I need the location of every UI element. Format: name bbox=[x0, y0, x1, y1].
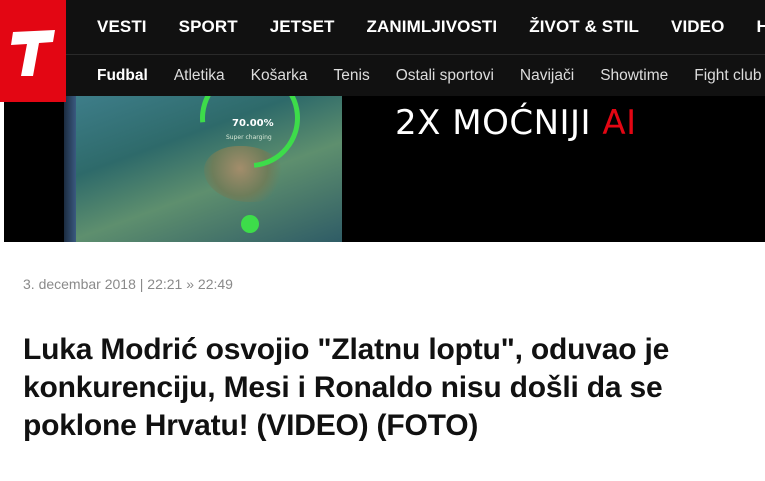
site-logo[interactable] bbox=[0, 0, 66, 102]
nav-item-vesti[interactable]: VESTI bbox=[97, 17, 147, 37]
subnav-item-showtime[interactable]: Showtime bbox=[600, 67, 668, 85]
main-nav: VESTI SPORT JETSET ZANIMLJIVOSTI ŽIVOT &… bbox=[66, 0, 765, 54]
article-title: Luka Modrić osvojio "Zlatnu loptu", oduv… bbox=[23, 333, 670, 442]
phone-edge-image bbox=[64, 96, 76, 242]
charging-dot-icon bbox=[241, 215, 259, 233]
article-time-updated: 22:49 bbox=[197, 276, 233, 292]
ad-slogan-accent: AI bbox=[602, 103, 637, 143]
subnav-item-atletika[interactable]: Atletika bbox=[174, 67, 225, 85]
subnav-item-navijaci[interactable]: Navijači bbox=[520, 67, 574, 85]
subnav-item-tenis[interactable]: Tenis bbox=[334, 67, 370, 85]
nav-item-zanimljivosti[interactable]: ZANIMLJIVOSTI bbox=[367, 17, 498, 37]
meta-arrow: » bbox=[182, 276, 198, 292]
battery-note: Super charging bbox=[226, 134, 272, 141]
battery-percent: 70.00% bbox=[232, 118, 274, 129]
article-date: 3. decembar 2018 bbox=[23, 276, 136, 292]
subnav-item-ostali-sportovi[interactable]: Ostali sportovi bbox=[396, 67, 494, 85]
top-navigation-bar: VESTI SPORT JETSET ZANIMLJIVOSTI ŽIVOT &… bbox=[0, 0, 765, 96]
meta-separator: | bbox=[135, 276, 148, 292]
page: VESTI SPORT JETSET ZANIMLJIVOSTI ŽIVOT &… bbox=[0, 0, 765, 481]
nav-item-sport[interactable]: SPORT bbox=[179, 17, 238, 37]
subnav-item-fight-club[interactable]: Fight club bbox=[694, 67, 761, 85]
article-time-published: 22:21 bbox=[147, 276, 183, 292]
logo-t-icon bbox=[11, 30, 55, 76]
ad-slogan: 2X MOĆNIJI AI bbox=[395, 103, 637, 143]
subnav-item-fudbal[interactable]: Fudbal bbox=[97, 67, 148, 85]
subnav-item-kosarka[interactable]: Košarka bbox=[251, 67, 308, 85]
nav-item-jetset[interactable]: JETSET bbox=[270, 17, 335, 37]
nav-item-zivot-stil[interactable]: ŽIVOT & STIL bbox=[529, 17, 639, 37]
ad-slogan-main: 2X MOĆNIJI bbox=[395, 103, 603, 143]
sub-nav: Fudbal Atletika Košarka Tenis Ostali spo… bbox=[66, 54, 765, 96]
nav-item-video[interactable]: VIDEO bbox=[671, 17, 724, 37]
ad-banner[interactable]: 70.00% Super charging 2X MOĆNIJI AI bbox=[4, 96, 765, 242]
article-meta: 3. decembar 2018 | 22:21 » 22:49 bbox=[23, 276, 233, 292]
nav-item-hi-tech[interactable]: HI-TECH bbox=[756, 17, 765, 37]
